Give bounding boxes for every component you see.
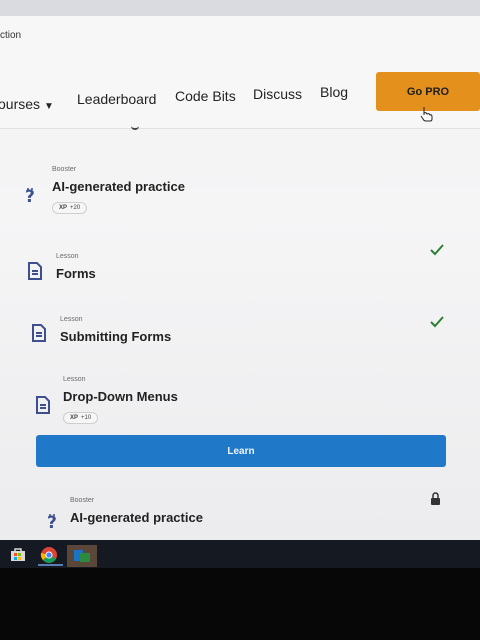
item-type: Booster [52,166,77,173]
lesson-doc-icon [28,262,42,280]
browser-address-bar[interactable] [0,16,480,59]
question-mark-icon: ? [47,513,57,530]
nav-leaderboard[interactable]: Leaderboard [77,91,156,107]
collapse-chevron-icon[interactable] [131,124,139,130]
list-item[interactable]: Booster AI-generated practice XP +20 [52,166,185,214]
item-type: Lesson [56,253,79,260]
checkmark-icon [430,316,444,328]
list-item[interactable]: Lesson Submitting Forms [60,316,171,344]
hand-cursor-icon [420,107,433,122]
lesson-doc-icon [32,324,46,342]
chrome-icon[interactable] [40,546,58,564]
item-title: Submitting Forms [60,329,172,344]
item-type: Lesson [60,316,83,323]
nav-code-bits[interactable]: Code Bits [175,88,236,104]
item-type: Booster [70,497,95,504]
svg-text:?: ? [47,513,57,530]
xp-badge: XP +10 [63,412,99,424]
xp-value: +10 [81,415,92,421]
xp-label: XP [70,415,79,421]
xp-value: +20 [70,205,81,211]
item-title: AI-generated practice [70,510,203,525]
nav-courses-label: ourses [0,96,41,112]
xp-label: XP [59,205,68,211]
question-mark-icon: ? [25,187,35,204]
nav-discuss[interactable]: Discuss [253,86,302,102]
lock-icon [431,492,440,505]
chrome-active-indicator [38,564,63,566]
nav-courses[interactable]: ourses ▼ [0,96,54,112]
store-icon[interactable] [10,547,26,561]
monitor-screen: ction ourses ▼ Leaderboard Code Bits Disc… [0,0,480,540]
item-title: Forms [56,266,96,281]
item-type: Lesson [63,376,86,383]
nav-blog[interactable]: Blog [320,84,348,100]
app-icon [74,550,90,562]
svg-text:?: ? [25,187,35,204]
address-text[interactable]: ction [0,30,21,41]
list-item[interactable]: Lesson Forms [56,253,96,281]
xp-badge: XP +20 [52,202,88,214]
chevron-down-icon: ▼ [44,101,54,112]
list-item[interactable]: Lesson Drop-Down Menus XP +10 [63,376,178,424]
lesson-doc-icon [36,396,50,414]
learn-button[interactable]: Learn [36,435,446,467]
item-title: Drop-Down Menus [63,389,178,404]
monitor-bezel [0,568,480,640]
item-title: AI-generated practice [52,179,185,194]
checkmark-icon [430,244,444,256]
browser-tab-strip [0,0,480,16]
list-item[interactable]: Booster AI-generated practice [70,497,203,525]
